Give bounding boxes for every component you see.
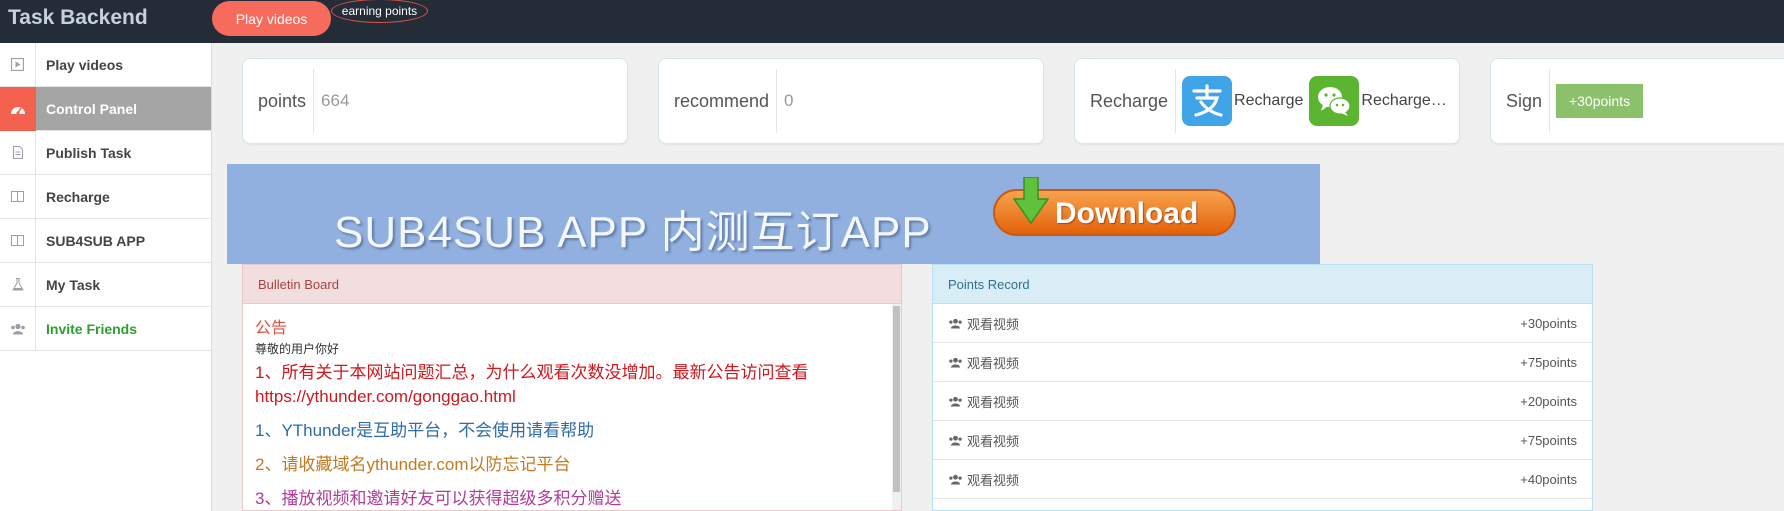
sidebar-item-label: Play videos	[46, 56, 124, 73]
notice-line: 2、请收藏域名ythunder.com以防忘记平台	[255, 455, 571, 474]
record-label: 观看视频	[967, 394, 1020, 410]
sidebar-item-control-panel[interactable]: Control Panel	[0, 86, 211, 131]
record-points: +75points	[1520, 354, 1577, 370]
notice-line[interactable]: 1、所有关于本网站问题汇总，为什么观看次数没增加。最新公告访问查看 https:…	[255, 361, 889, 409]
sidebar: Play videos Control Panel Publish Task R…	[0, 42, 212, 511]
sidebar-item-invite-friends[interactable]: Invite Friends	[0, 306, 211, 351]
points-label: points	[243, 69, 315, 133]
download-button[interactable]: Download	[993, 177, 1236, 236]
bulletin-scrollbar[interactable]	[892, 304, 901, 510]
points-value: 664	[321, 91, 350, 110]
flask-icon	[0, 262, 36, 307]
sidebar-item-label: Publish Task	[46, 144, 132, 161]
users-icon	[0, 306, 36, 351]
sign-label: Sign	[1491, 69, 1551, 133]
sidebar-item-label: My Task	[46, 276, 101, 293]
columns-icon	[0, 174, 36, 219]
points-record-panel: Points Record 观看视频 +30points 观看视频 +75poi…	[932, 264, 1593, 511]
alipay-icon[interactable]	[1182, 76, 1233, 126]
record-points: +30points	[1520, 315, 1577, 331]
sign-in-button[interactable]: +30points	[1556, 84, 1644, 118]
sidebar-item-label: Control Panel	[46, 100, 138, 117]
banner-text: SUB4SUB APP 内测互订APP	[334, 208, 932, 257]
table-row: 观看视频 +40points	[933, 460, 1592, 499]
columns-icon	[0, 218, 36, 263]
bulletin-board-title: Bulletin Board	[243, 265, 901, 304]
notice-heading: 公告	[255, 320, 288, 337]
sidebar-item-label: Recharge	[46, 188, 110, 205]
users-icon	[949, 435, 962, 446]
recommend-value: 0	[784, 91, 794, 110]
recharge-card: Recharge Recharge Recharge…	[1074, 58, 1460, 144]
sidebar-item-recharge[interactable]: Recharge	[0, 174, 211, 219]
play-icon	[0, 42, 36, 87]
notice-line: 1、YThunder是互助平台，不会使用请看帮助	[255, 421, 595, 440]
alipay-recharge-link[interactable]: Recharge	[1234, 92, 1303, 110]
earning-points-link[interactable]: earning points	[331, 0, 428, 23]
scrollbar-thumb[interactable]	[893, 306, 900, 492]
bulletin-board-panel: Bulletin Board 公告 尊敬的用户你好 1、所有关于本网站问题汇总，…	[242, 264, 902, 511]
record-label: 观看视频	[967, 355, 1020, 371]
table-row: 观看视频 +75points	[933, 421, 1592, 460]
record-label: 观看视频	[967, 316, 1020, 332]
users-icon	[949, 357, 962, 368]
file-icon	[0, 130, 36, 175]
record-label: 观看视频	[967, 433, 1020, 449]
sidebar-item-play-videos[interactable]: Play videos	[0, 42, 211, 87]
sidebar-item-publish-task[interactable]: Publish Task	[0, 130, 211, 175]
table-row: 观看视频 +20points	[933, 382, 1592, 421]
wechat-recharge-link[interactable]: Recharge…	[1361, 92, 1446, 110]
points-record-title: Points Record	[933, 265, 1592, 304]
dashboard-icon	[0, 86, 36, 131]
wechat-icon[interactable]	[1309, 76, 1360, 126]
record-label: 观看视频	[967, 472, 1020, 488]
users-icon	[949, 474, 962, 485]
record-points: +75points	[1520, 432, 1577, 448]
download-label: Download	[1055, 197, 1199, 230]
record-points: +40points	[1520, 471, 1577, 487]
top-bar: Task Backend Play videos earning points	[0, 0, 1784, 43]
play-videos-button[interactable]: Play videos	[212, 1, 331, 36]
table-row: 观看视频 +75points	[933, 343, 1592, 382]
users-icon	[949, 396, 962, 407]
table-row: 观看视频 +30points	[933, 304, 1592, 343]
recharge-label: Recharge	[1075, 69, 1177, 133]
notice-line: 3、播放视频和邀请好友可以获得超级多积分赠送	[255, 489, 622, 508]
bulletin-body: 公告 尊敬的用户你好 1、所有关于本网站问题汇总，为什么观看次数没增加。最新公告…	[243, 304, 901, 510]
download-arrow-icon	[1013, 177, 1049, 225]
sidebar-item-my-task[interactable]: My Task	[0, 262, 211, 307]
users-icon	[949, 318, 962, 329]
app-title: Task Backend	[8, 6, 148, 29]
notice-greeting: 尊敬的用户你好	[255, 342, 340, 356]
sidebar-item-label: Invite Friends	[46, 320, 138, 337]
sidebar-item-sub4sub-app[interactable]: SUB4SUB APP	[0, 218, 211, 263]
points-card: points 664	[242, 58, 628, 144]
sign-card: Sign +30points	[1490, 58, 1784, 144]
sidebar-item-label: SUB4SUB APP	[46, 232, 146, 249]
recommend-label: recommend	[659, 69, 778, 133]
record-points: +20points	[1520, 393, 1577, 409]
recommend-card: recommend 0	[658, 58, 1044, 144]
app-download-banner[interactable]: SUB4SUB APP 内测互订APP Download	[227, 164, 1320, 264]
